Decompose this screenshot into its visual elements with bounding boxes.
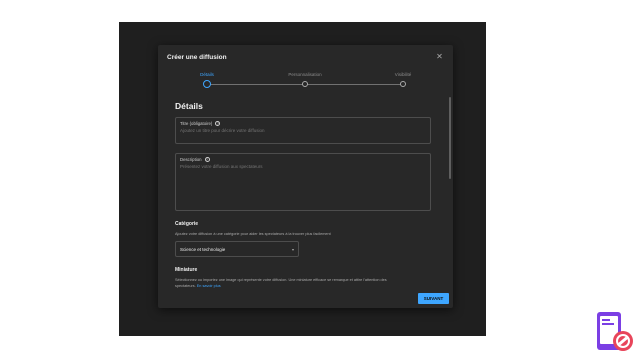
scrollbar[interactable] xyxy=(449,97,451,179)
dialog-title: Créer une diffusion xyxy=(167,54,227,61)
description-field-label-row: Description ? xyxy=(180,157,210,162)
description-input[interactable] xyxy=(180,164,426,169)
thumbnail-text-cont: spectateurs. xyxy=(175,284,196,288)
category-help-text: Ajoutez votre diffusion à une catégorie … xyxy=(175,232,331,236)
title-field-label: Titre (obligatoire) xyxy=(180,121,213,126)
description-field-label: Description xyxy=(180,157,202,162)
thumbnail-heading: Miniature xyxy=(175,267,198,273)
category-heading: Catégorie xyxy=(175,221,199,227)
help-icon[interactable]: ? xyxy=(215,121,221,126)
step-dot-icon xyxy=(302,81,308,87)
category-select[interactable]: Science et technologie xyxy=(175,241,299,257)
chevron-down-icon xyxy=(292,249,294,251)
description-field[interactable]: Description ? xyxy=(175,153,431,211)
step-label: Détails xyxy=(200,72,214,77)
help-icon[interactable]: ? xyxy=(204,157,210,162)
thumbnail-help-text: Sélectionnez ou importez une image qui r… xyxy=(175,277,435,289)
step-visibility[interactable]: Visibilité xyxy=(373,71,433,87)
close-icon[interactable]: ✕ xyxy=(435,52,444,61)
step-customization[interactable]: Personnalisation xyxy=(275,71,335,87)
step-connector xyxy=(207,84,305,85)
title-input[interactable] xyxy=(180,128,426,133)
title-field-label-row: Titre (obligatoire) ? xyxy=(180,121,221,126)
step-connector xyxy=(305,84,403,85)
site-logo-icon xyxy=(597,312,633,351)
category-selected-value: Science et technologie xyxy=(180,247,226,252)
thumbnail-text: Sélectionnez ou importez une image qui r… xyxy=(175,278,387,282)
next-button[interactable]: SUIVANT xyxy=(418,293,449,304)
learn-more-link[interactable]: En savoir plus xyxy=(197,284,221,288)
step-dot-icon xyxy=(203,80,211,88)
step-dot-icon xyxy=(400,81,406,87)
step-label: Personnalisation xyxy=(288,72,322,77)
create-stream-dialog: Créer une diffusion ✕ Détails Personnali… xyxy=(158,45,453,308)
step-details[interactable]: Détails xyxy=(177,71,237,88)
stepper: Détails Personnalisation Visibilité xyxy=(158,71,453,91)
title-field[interactable]: Titre (obligatoire) ? xyxy=(175,117,431,144)
step-label: Visibilité xyxy=(394,72,412,77)
details-heading: Détails xyxy=(175,101,203,111)
